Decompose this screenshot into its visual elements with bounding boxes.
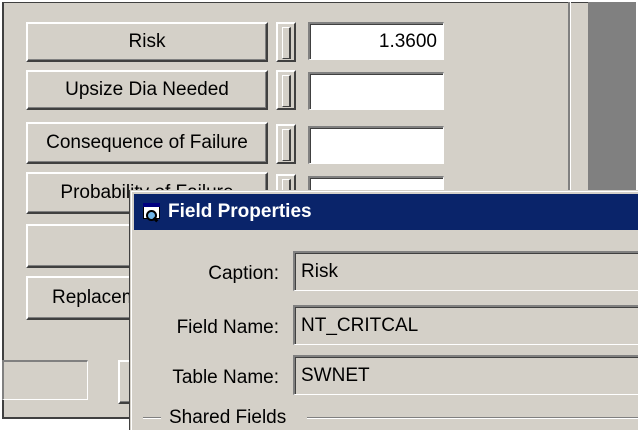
table-name-label: Table Name: bbox=[172, 367, 279, 388]
caption-field[interactable]: Risk bbox=[293, 251, 638, 291]
consequence-value-field[interactable] bbox=[308, 126, 444, 164]
upsize-dia-value-field[interactable] bbox=[308, 72, 444, 110]
bottom-field[interactable] bbox=[2, 360, 88, 400]
form-separator bbox=[568, 2, 571, 192]
row-handle-upsize[interactable] bbox=[276, 70, 296, 110]
table-name-field[interactable]: SWNET bbox=[293, 355, 638, 395]
dialog-titlebar[interactable]: Field Properties bbox=[134, 194, 638, 230]
form-border-top bbox=[2, 2, 636, 3]
caption-label: Caption: bbox=[208, 263, 279, 284]
shared-fields-groupbox-line-right bbox=[307, 417, 638, 419]
row-handle-risk[interactable] bbox=[276, 22, 296, 62]
field-properties-icon[interactable] bbox=[142, 202, 162, 223]
field-name-label: Field Name: bbox=[176, 317, 279, 338]
shared-fields-groupbox-line-left bbox=[143, 417, 161, 419]
shared-fields-group-label: Shared Fields bbox=[169, 407, 287, 428]
consequence-of-failure-button[interactable]: Consequence of Failure bbox=[26, 122, 268, 164]
risk-value-field[interactable]: 1.3600 bbox=[308, 22, 444, 60]
row-handle-consequence[interactable] bbox=[276, 124, 296, 164]
field-properties-dialog: Field Properties Caption: Risk Field Nam… bbox=[130, 190, 638, 430]
dialog-title: Field Properties bbox=[168, 201, 312, 222]
risk-button[interactable]: Risk bbox=[26, 22, 268, 62]
form-border-left bbox=[2, 2, 4, 419]
upsize-dia-needed-button[interactable]: Upsize Dia Needed bbox=[26, 70, 268, 110]
field-name-field[interactable]: NT_CRITCAL bbox=[293, 305, 638, 345]
